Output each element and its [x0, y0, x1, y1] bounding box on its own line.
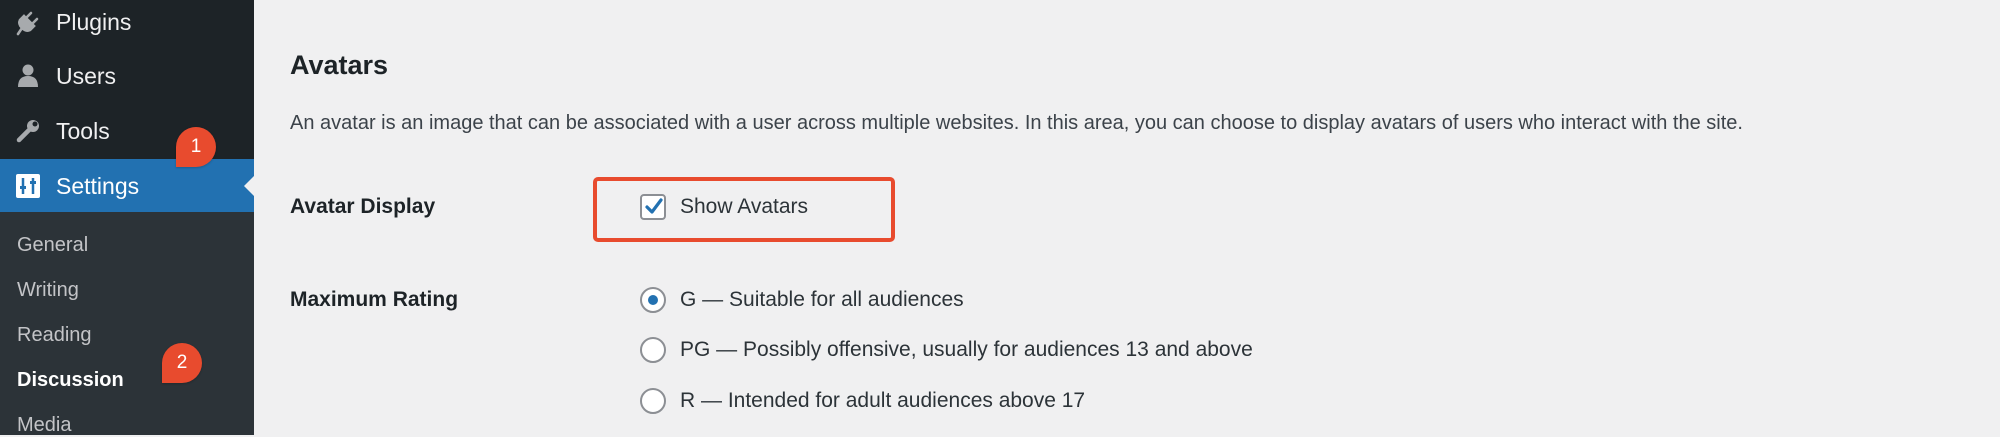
submenu-item-discussion[interactable]: Discussion	[17, 369, 124, 392]
menu-item-tools[interactable]: Tools	[0, 104, 254, 158]
submenu-item-writing[interactable]: Writing	[17, 279, 79, 302]
show-avatars-checkbox[interactable]	[640, 194, 666, 220]
settings-submenu: General Writing Reading Discussion Media	[0, 212, 254, 437]
maximum-rating-label: Maximum Rating	[290, 288, 459, 311]
avatar-display-label: Avatar Display	[290, 195, 436, 218]
section-title: Avatars	[290, 50, 389, 80]
rating-label-g[interactable]: G — Suitable for all audiences	[680, 288, 964, 312]
menu-item-users[interactable]: Users	[0, 49, 254, 103]
submenu-item-media[interactable]: Media	[17, 414, 71, 437]
rating-radio-g[interactable]	[640, 287, 666, 313]
show-avatars-label[interactable]: Show Avatars	[680, 195, 808, 219]
section-description: An avatar is an image that can be associ…	[290, 112, 1743, 134]
menu-item-plugins[interactable]: Plugins	[0, 0, 254, 49]
submenu-item-reading[interactable]: Reading	[17, 324, 92, 347]
rating-label-pg[interactable]: PG — Possibly offensive, usually for aud…	[680, 338, 1253, 362]
rating-radio-pg[interactable]	[640, 337, 666, 363]
settings-content: Avatars An avatar is an image that can b…	[254, 0, 2000, 435]
menu-label: Settings	[56, 172, 140, 199]
wrench-icon	[14, 117, 42, 145]
rating-label-r[interactable]: R — Intended for adult audiences above 1…	[680, 389, 1085, 413]
step-marker-number: 2	[176, 352, 188, 373]
user-icon	[14, 62, 42, 90]
menu-item-settings[interactable]: Settings	[0, 159, 254, 213]
submenu-item-general[interactable]: General	[17, 234, 88, 257]
rating-radio-r[interactable]	[640, 388, 666, 414]
step-marker-number: 1	[190, 136, 202, 157]
checkmark-icon	[645, 198, 663, 214]
plugin-icon	[14, 8, 42, 36]
active-indicator	[244, 176, 254, 196]
menu-label: Tools	[56, 117, 110, 144]
menu-label: Users	[56, 62, 117, 89]
menu-label: Plugins	[56, 8, 132, 35]
admin-sidebar: Plugins Users Tools Settings General Wri…	[0, 0, 254, 437]
settings-icon	[14, 172, 42, 200]
step-marker-1: 1	[176, 127, 216, 167]
step-marker-2: 2	[162, 343, 202, 383]
